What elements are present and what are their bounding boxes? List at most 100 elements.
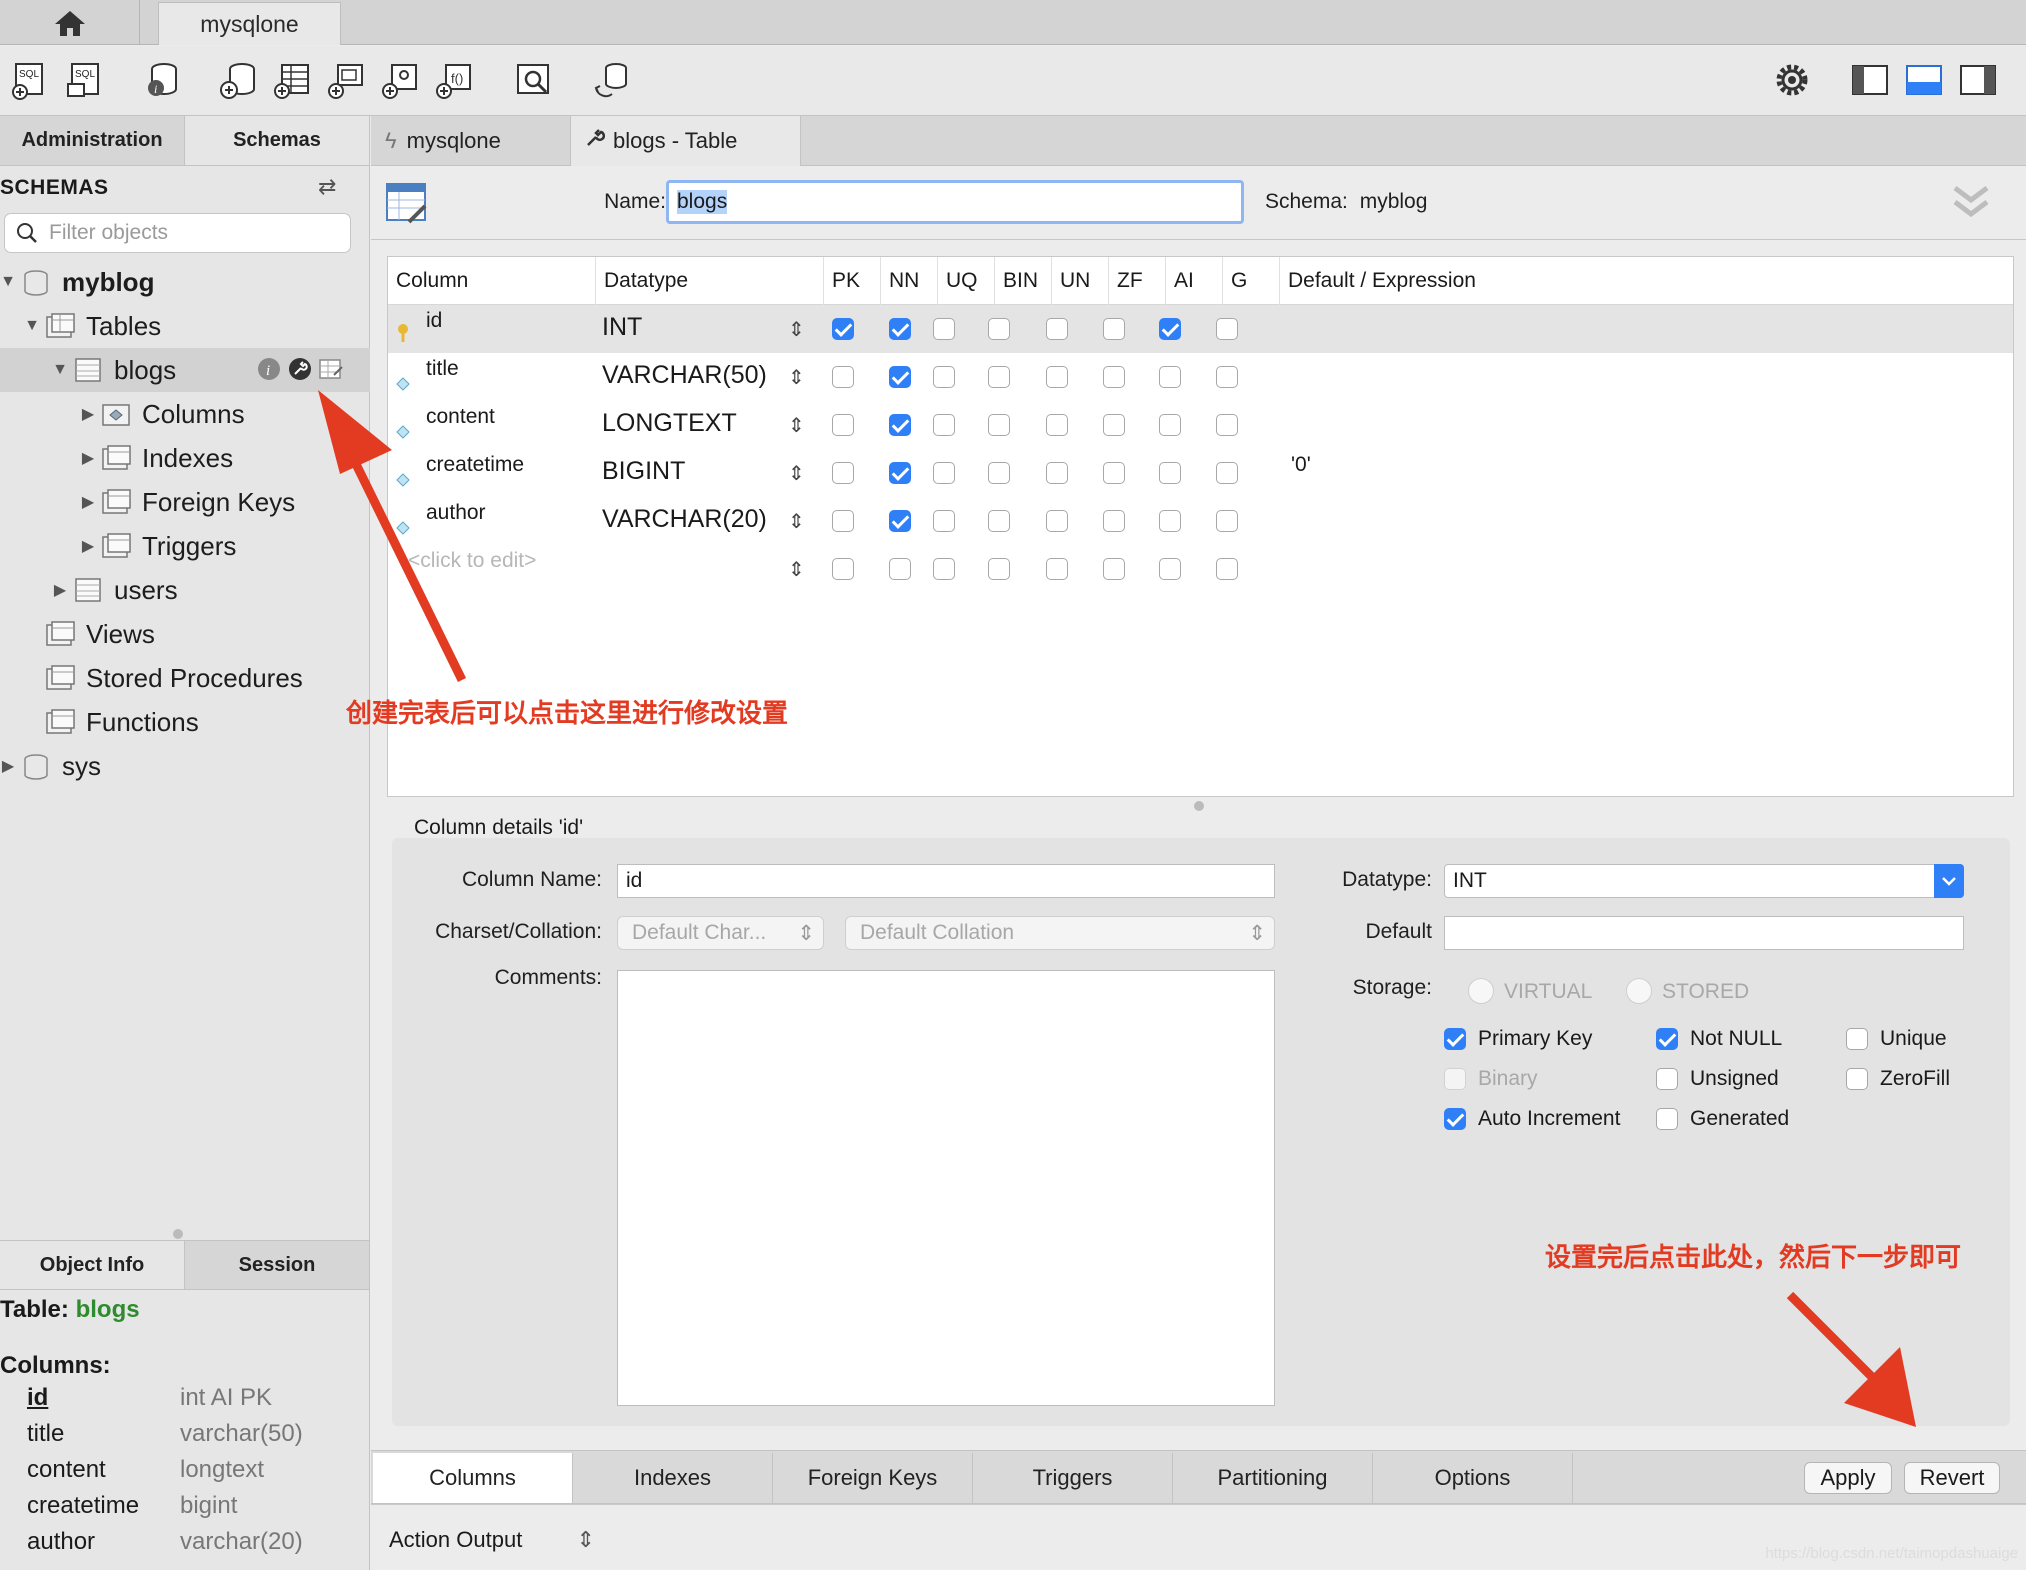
header-zf[interactable]: ZF	[1109, 257, 1166, 305]
flag-checkbox-uq[interactable]	[933, 414, 955, 436]
collapsed-triangle-icon[interactable]: ▶	[80, 536, 96, 556]
tab-indexes[interactable]: Indexes	[573, 1453, 773, 1503]
new-sql-tab-icon[interactable]: SQL	[10, 60, 50, 100]
create-procedure-icon[interactable]	[380, 60, 420, 100]
tree-schema-sys[interactable]: ▶ sys	[0, 744, 370, 788]
apply-button[interactable]: Apply	[1804, 1462, 1892, 1494]
flag-checkbox-uq[interactable]	[933, 318, 955, 340]
datatype-updown-icon[interactable]: ⇕	[788, 557, 805, 582]
expanded-triangle-icon[interactable]: ▼	[0, 273, 16, 291]
home-tab[interactable]	[0, 0, 140, 45]
cell-datatype[interactable]: VARCHAR(20)	[602, 505, 767, 534]
create-table-icon[interactable]	[272, 60, 312, 100]
refresh-icon[interactable]: ⇄	[318, 174, 336, 200]
flag-checkbox-nn[interactable]	[889, 462, 911, 484]
settings-gear-icon[interactable]	[1772, 60, 1812, 100]
not-null-checkbox[interactable]	[1656, 1028, 1678, 1050]
auto-increment-checkbox[interactable]	[1444, 1108, 1466, 1130]
toggle-output-icon[interactable]	[1904, 60, 1944, 100]
revert-button[interactable]: Revert	[1904, 1462, 2000, 1494]
flag-checkbox-g[interactable]	[1216, 318, 1238, 340]
splitter-handle[interactable]	[1194, 801, 1204, 811]
flag-checkbox-nn[interactable]	[889, 414, 911, 436]
collapsed-triangle-icon[interactable]: ▶	[52, 580, 68, 600]
tree-functions[interactable]: Functions	[0, 700, 370, 744]
tab-columns[interactable]: Columns	[373, 1453, 573, 1503]
flag-checkbox-g[interactable]	[1216, 366, 1238, 388]
collapsed-triangle-icon[interactable]: ▶	[80, 492, 96, 512]
flag-checkbox-un[interactable]	[1046, 366, 1068, 388]
flag-checkbox-uq[interactable]	[933, 510, 955, 532]
tab-partitioning[interactable]: Partitioning	[1173, 1453, 1373, 1503]
collapse-chevron-icon[interactable]	[1951, 182, 1991, 227]
grid-row[interactable]: createtime BIGINT ⇕ '0'	[388, 449, 2013, 497]
cell-column-name[interactable]: id	[426, 309, 442, 333]
tab-session[interactable]: Session	[185, 1241, 370, 1289]
header-column[interactable]: Column	[388, 257, 596, 305]
flag-checkbox-zf[interactable]	[1103, 510, 1125, 532]
flag-checkbox-pk[interactable]	[832, 366, 854, 388]
flag-checkbox-ai[interactable]	[1159, 366, 1181, 388]
action-output-select[interactable]: Action Output ⇕	[389, 1527, 595, 1553]
flag-checkbox-bin[interactable]	[988, 462, 1010, 484]
flag-checkbox-zf[interactable]	[1103, 414, 1125, 436]
datatype-updown-icon[interactable]: ⇕	[788, 461, 805, 486]
flag-checkbox-un[interactable]	[1046, 558, 1068, 580]
flag-checkbox-ai[interactable]	[1159, 510, 1181, 532]
datatype-updown-icon[interactable]: ⇕	[788, 413, 805, 438]
datatype-updown-icon[interactable]: ⇕	[788, 509, 805, 534]
table-info-icon[interactable]: i	[257, 357, 281, 388]
collapsed-triangle-icon[interactable]: ▶	[80, 448, 96, 468]
flag-checkbox-g[interactable]	[1216, 414, 1238, 436]
datatype-combo[interactable]: INT	[1444, 864, 1964, 898]
flag-checkbox-ai[interactable]	[1159, 318, 1181, 340]
expanded-triangle-icon[interactable]: ▼	[24, 317, 40, 335]
header-g[interactable]: G	[1223, 257, 1280, 305]
flag-checkbox-g[interactable]	[1216, 558, 1238, 580]
datatype-updown-icon[interactable]: ⇕	[788, 317, 805, 342]
grid-row[interactable]: content LONGTEXT ⇕	[388, 401, 2013, 449]
flag-checkbox-pk[interactable]	[832, 462, 854, 484]
cell-datatype[interactable]: VARCHAR(50)	[602, 361, 767, 390]
header-bin[interactable]: BIN	[995, 257, 1052, 305]
column-name-input[interactable]: id	[617, 864, 1275, 898]
tab-options[interactable]: Options	[1373, 1453, 1573, 1503]
connection-tab[interactable]: mysqlone	[158, 2, 341, 45]
header-nn[interactable]: NN	[881, 257, 938, 305]
datatype-updown-icon[interactable]: ⇕	[788, 365, 805, 390]
flag-checkbox-pk[interactable]	[832, 414, 854, 436]
flag-checkbox-nn[interactable]	[889, 318, 911, 340]
open-sql-script-icon[interactable]: SQL	[64, 60, 104, 100]
default-input[interactable]	[1444, 916, 1964, 950]
create-view-icon[interactable]	[326, 60, 366, 100]
grid-row[interactable]: author VARCHAR(20) ⇕	[388, 497, 2013, 545]
collapsed-triangle-icon[interactable]: ▶	[80, 404, 96, 424]
schema-inspector-icon[interactable]: i	[142, 60, 182, 100]
toggle-sidebar-icon[interactable]	[1850, 60, 1890, 100]
flag-checkbox-un[interactable]	[1046, 510, 1068, 532]
storage-stored-radio[interactable]	[1626, 978, 1652, 1004]
expanded-triangle-icon[interactable]: ▼	[52, 361, 68, 379]
tree-tables[interactable]: ▼ Tables	[0, 304, 370, 348]
header-un[interactable]: UN	[1052, 257, 1109, 305]
flag-checkbox-zf[interactable]	[1103, 318, 1125, 340]
generated-checkbox[interactable]	[1656, 1108, 1678, 1130]
splitter-handle[interactable]	[173, 1229, 183, 1239]
flag-checkbox-nn[interactable]	[889, 558, 911, 580]
create-schema-icon[interactable]	[218, 60, 258, 100]
header-uq[interactable]: UQ	[938, 257, 995, 305]
grid-row[interactable]: title VARCHAR(50) ⇕	[388, 353, 2013, 401]
tab-object-info[interactable]: Object Info	[0, 1241, 185, 1289]
flag-checkbox-g[interactable]	[1216, 510, 1238, 532]
storage-virtual-radio[interactable]	[1468, 978, 1494, 1004]
primary-key-checkbox[interactable]	[1444, 1028, 1466, 1050]
cell-datatype[interactable]: BIGINT	[602, 457, 685, 486]
tab-foreign-keys[interactable]: Foreign Keys	[773, 1453, 973, 1503]
flag-checkbox-un[interactable]	[1046, 462, 1068, 484]
cell-datatype[interactable]: LONGTEXT	[602, 409, 737, 438]
flag-checkbox-ai[interactable]	[1159, 414, 1181, 436]
cell-default[interactable]: '0'	[1291, 453, 1311, 477]
dropdown-chevron-icon[interactable]	[1934, 864, 1964, 898]
flag-checkbox-ai[interactable]	[1159, 558, 1181, 580]
flag-checkbox-ai[interactable]	[1159, 462, 1181, 484]
